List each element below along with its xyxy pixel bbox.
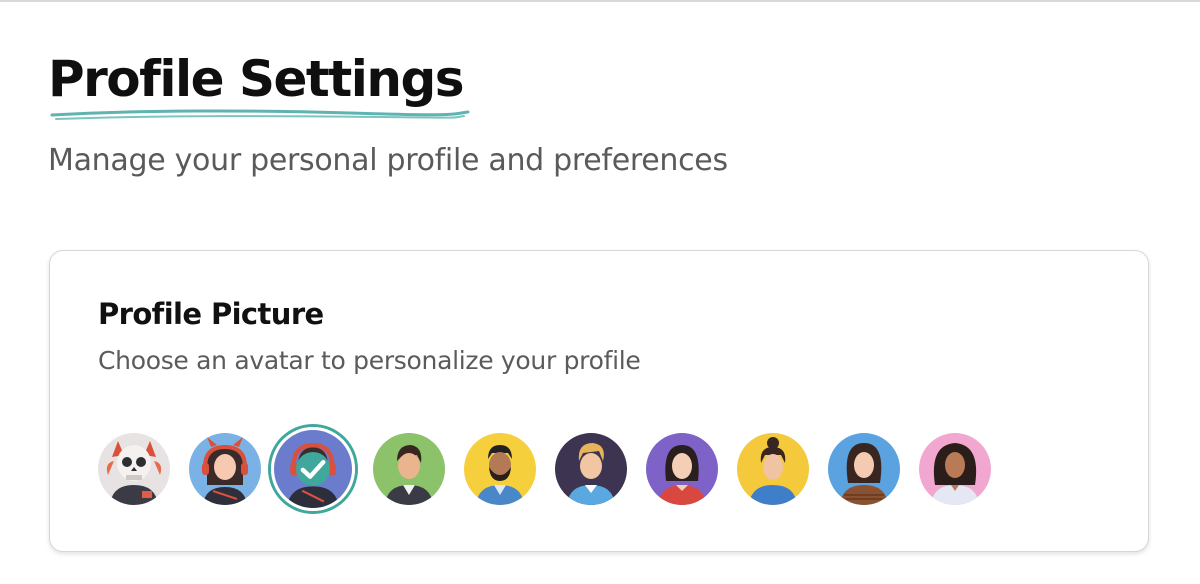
bearded-man-icon <box>464 433 536 505</box>
skull-icon <box>98 433 170 505</box>
woman-icon <box>646 433 718 505</box>
avatar-option-blond-man[interactable] <box>555 433 627 505</box>
avatar-option-gamer-girl[interactable] <box>189 433 261 505</box>
card-subtitle: Choose an avatar to personalize your pro… <box>98 346 641 375</box>
woman-curly-icon <box>919 433 991 505</box>
woman-ponytail-icon <box>737 433 809 505</box>
card-title: Profile Picture <box>98 297 324 331</box>
page-subtitle: Manage your personal profile and prefere… <box>48 143 728 178</box>
profile-picture-card: Profile Picture Choose an avatar to pers… <box>49 250 1149 552</box>
woman-long-hair-icon <box>828 433 900 505</box>
avatar-option-gamer-selected[interactable] <box>271 427 355 511</box>
avatar-option-woman-ponytail[interactable] <box>737 433 809 505</box>
selected-check-badge <box>296 452 330 486</box>
top-divider <box>0 0 1200 2</box>
avatar-option-woman-blue[interactable] <box>828 433 900 505</box>
avatar-option-woman-pink[interactable] <box>919 433 991 505</box>
checkmark-icon <box>300 459 326 479</box>
avatar-option-man-green[interactable] <box>373 433 445 505</box>
man-blond-icon <box>555 433 627 505</box>
man-icon <box>373 433 445 505</box>
avatar-picker <box>98 427 1098 511</box>
avatar-option-skull[interactable] <box>98 433 170 505</box>
page-title: Profile Settings <box>48 50 465 108</box>
title-underline <box>50 109 470 120</box>
avatar-option-bearded-man[interactable] <box>464 433 536 505</box>
headset-girl-icon <box>189 433 261 505</box>
avatar-option-woman-purple[interactable] <box>646 433 718 505</box>
